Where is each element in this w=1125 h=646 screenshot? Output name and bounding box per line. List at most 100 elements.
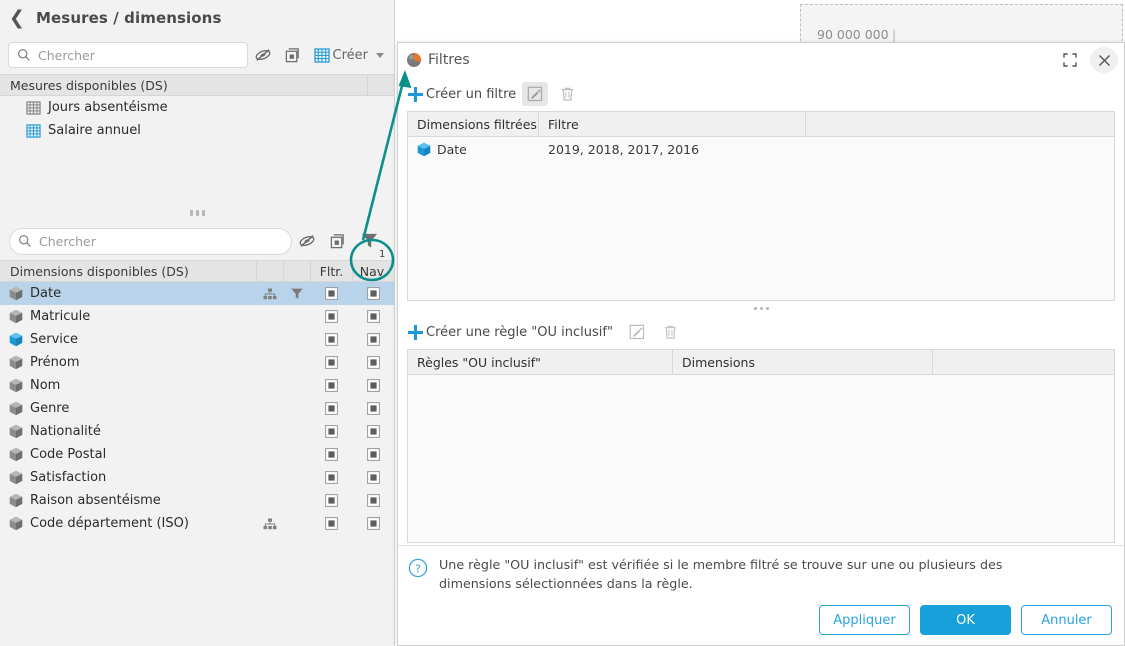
dimension-item[interactable]: Nationalité [0,420,394,443]
dimension-fltr-checkbox[interactable] [310,356,352,369]
dimension-fltr-checkbox[interactable] [310,402,352,415]
delete-filter-button[interactable] [554,82,580,106]
create-rule-button[interactable]: Créer une règle "OU inclusif" [407,324,613,341]
dimension-item[interactable]: Date [0,282,394,305]
duplicate-icon[interactable] [322,227,352,255]
delete-rule-button[interactable] [658,320,684,344]
dimension-hierarchy-cell[interactable] [256,518,283,530]
dimension-item-name: Code département (ISO) [0,516,256,531]
page-title: Mesures / dimensions [36,9,222,27]
edit-pencil-icon [629,324,645,340]
dimension-filter-cell[interactable] [283,287,310,301]
close-icon[interactable] [1090,47,1118,73]
dimension-item[interactable]: Service [0,328,394,351]
dimension-nav-checkbox[interactable] [352,517,394,530]
dimension-nav-checkbox[interactable] [352,333,394,346]
dimension-item[interactable]: Genre [0,397,394,420]
hide-slashed-icon[interactable] [292,227,322,255]
measure-item[interactable]: Jours absentéisme [0,96,394,119]
dimension-item-name: Genre [0,401,256,416]
dimension-item[interactable]: Raison absentéisme [0,489,394,512]
dimension-nav-checkbox[interactable] [352,379,394,392]
dimensions-header-fltr: Fltr. [310,261,352,281]
create-measure-button[interactable]: Créer [308,48,386,63]
dimension-item-name: Nom [0,378,256,393]
dimension-fltr-checkbox[interactable] [310,517,352,530]
dimension-item[interactable]: Prénom [0,351,394,374]
panel-splitter[interactable] [0,204,394,222]
dimension-item-label: Genre [30,401,70,416]
measure-item-label: Jours absentéisme [48,100,168,115]
dimension-item[interactable]: Code département (ISO) [0,512,394,535]
hide-slashed-icon[interactable] [248,41,278,69]
measures-dimensions-panel: ❮ Mesures / dimensions Chercher Créer Me… [0,0,395,646]
cube-icon [9,447,23,462]
chevron-down-icon[interactable] [376,52,384,58]
dimension-nav-checkbox[interactable] [352,310,394,323]
dimensions-search-input[interactable]: Chercher [9,227,292,255]
edit-filter-button[interactable] [522,82,549,106]
dimension-fltr-checkbox[interactable] [310,287,352,300]
duplicate-icon[interactable] [278,41,308,69]
filter-row-dimension: Date [408,137,539,161]
dimension-nav-checkbox[interactable] [352,494,394,507]
dimension-nav-checkbox[interactable] [352,287,394,300]
chevron-left-icon[interactable]: ❮ [8,8,26,27]
dimension-fltr-checkbox[interactable] [310,379,352,392]
dimension-nav-checkbox[interactable] [352,448,394,461]
create-filter-button[interactable]: Créer un filtre [407,86,516,103]
dimension-item-name: Satisfaction [0,470,256,485]
dimension-nav-checkbox[interactable] [352,402,394,415]
dimension-nav-checkbox[interactable] [352,471,394,484]
checkbox-icon [324,448,338,461]
dialog-titlebar: Filtres [398,43,1124,77]
dimensions-header-nav: Nav. [352,261,394,281]
dimension-fltr-checkbox[interactable] [310,494,352,507]
dimension-nav-checkbox[interactable] [352,425,394,438]
dimension-fltr-checkbox[interactable] [310,333,352,346]
question-circle-icon: ? [408,558,428,578]
filtered-dimensions-grid-header: Dimensions filtrées Filtre [408,112,1114,137]
dimension-item[interactable]: Nom [0,374,394,397]
apply-button[interactable]: Appliquer [819,605,910,635]
dimension-item-label: Nationalité [30,424,101,439]
filter-row-dimension-label: Date [437,141,467,157]
dimension-item[interactable]: Code Postal [0,443,394,466]
table-row[interactable]: Date 2019, 2018, 2017, 2016 [408,137,1114,161]
rules-section-toolbar: Créer une règle "OU inclusif" [407,315,1115,349]
dimensions-header-filter-col [283,261,310,281]
dialog-buttons: Appliquer OK Annuler [408,605,1112,635]
cube-icon [9,493,23,508]
cancel-button[interactable]: Annuler [1021,605,1112,635]
dimension-item[interactable]: Matricule [0,305,394,328]
dimension-fltr-checkbox[interactable] [310,471,352,484]
dialog-section-splitter[interactable] [407,301,1115,315]
dimension-item[interactable]: Satisfaction [0,466,394,489]
dimension-fltr-checkbox[interactable] [310,425,352,438]
dimension-item-label: Satisfaction [30,470,107,485]
measures-search-input[interactable]: Chercher [8,42,248,68]
cube-icon [9,378,23,393]
sphere-orange-icon [406,52,422,68]
filter-count-badge: 1 [379,249,386,260]
hierarchy-icon [263,518,277,530]
col-dimensions: Dimensions [673,350,933,374]
create-rule-label: Créer une règle "OU inclusif" [426,324,613,340]
dimension-fltr-checkbox[interactable] [310,448,352,461]
dimension-item-name: Prénom [0,355,256,370]
checkbox-icon [324,425,338,438]
dimension-item-label: Date [30,286,62,301]
maximize-icon[interactable] [1056,47,1084,73]
dimension-item-label: Nom [30,378,61,393]
dimension-fltr-checkbox[interactable] [310,310,352,323]
ok-button[interactable]: OK [920,605,1011,635]
edit-rule-button[interactable] [624,320,650,344]
checkbox-icon [366,448,380,461]
dimensions-header-hierarchy-col [256,261,283,281]
checkbox-icon [366,310,380,323]
create-filter-label: Créer un filtre [426,86,517,102]
dimension-nav-checkbox[interactable] [352,356,394,369]
measures-tool-icons: Créer [248,41,386,69]
dimension-hierarchy-cell[interactable] [256,288,283,300]
measure-item[interactable]: Salaire annuel [0,119,394,142]
